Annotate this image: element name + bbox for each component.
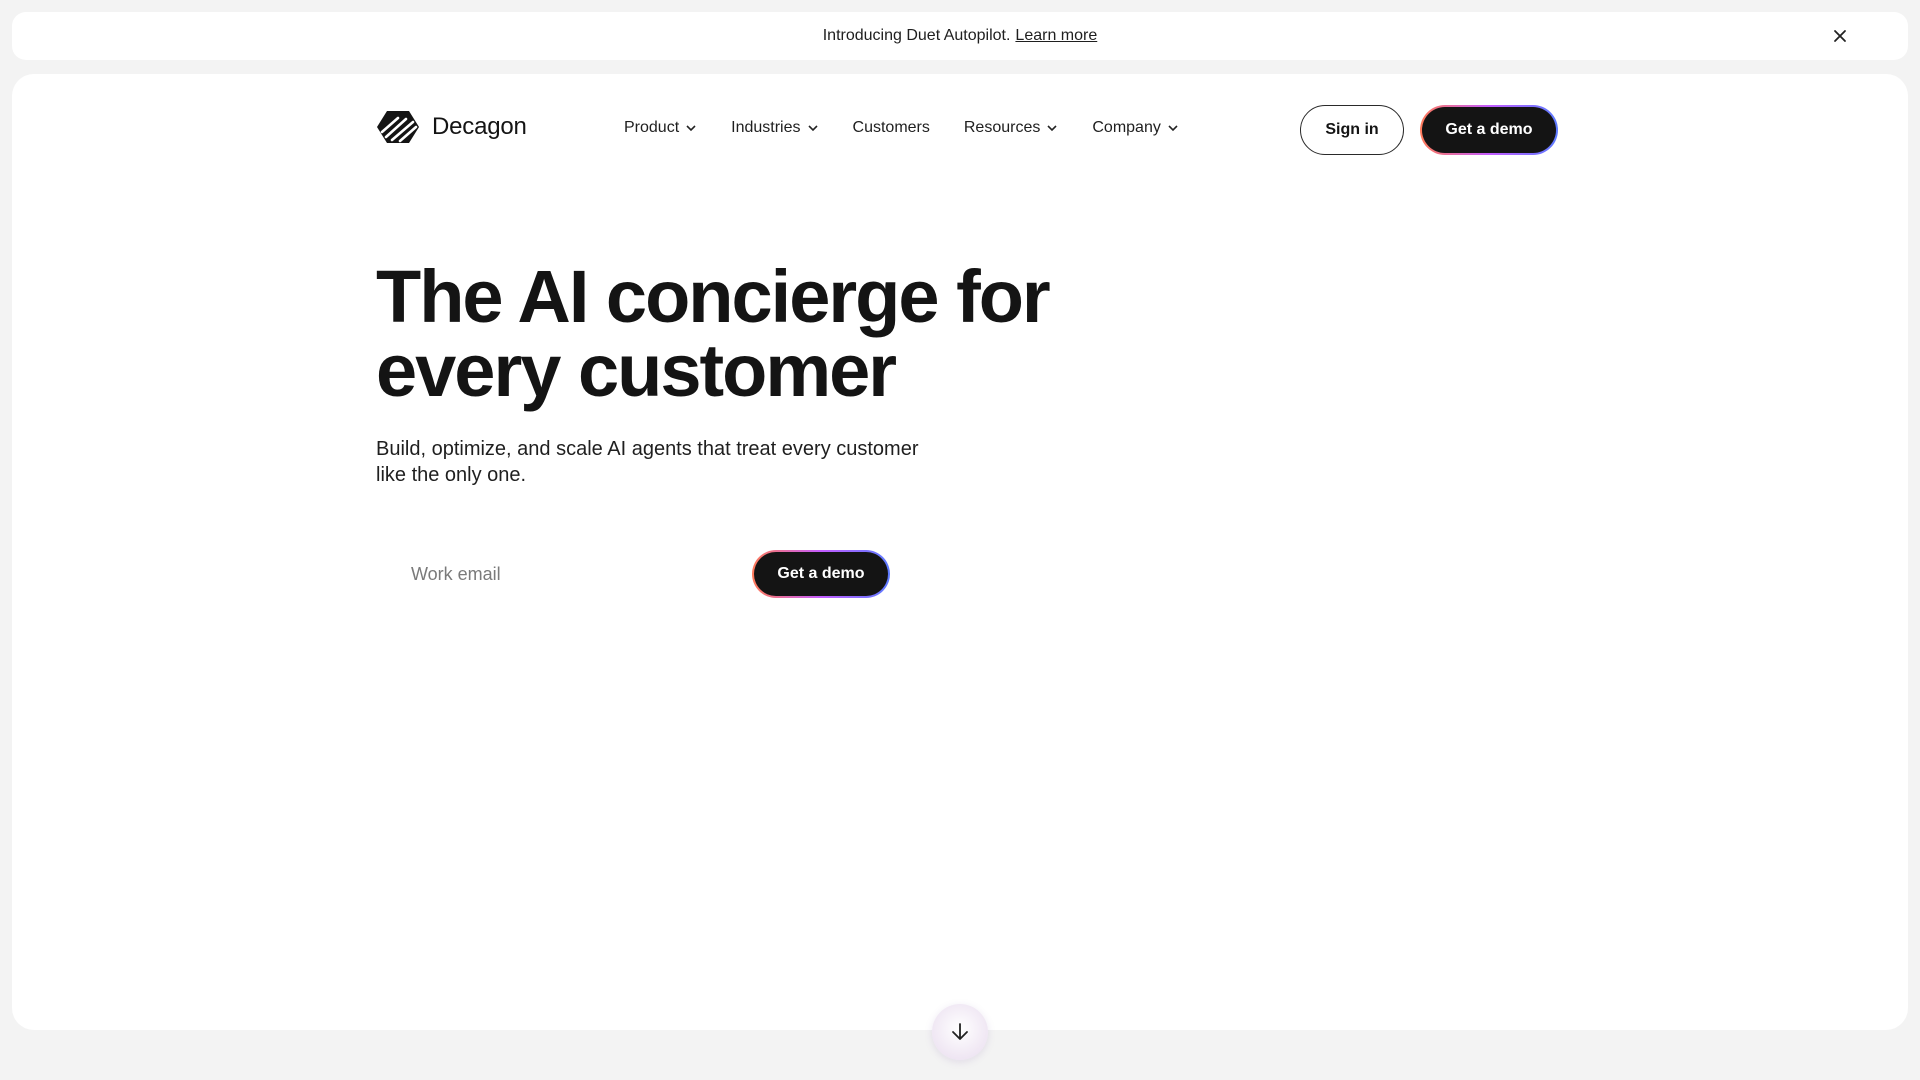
nav-item-product[interactable]: Product [624, 119, 697, 137]
site-header: Decagon Product Industries Customers Res… [376, 102, 1558, 155]
nav-item-resources[interactable]: Resources [964, 119, 1058, 137]
email-signup-form: Get a demo [376, 550, 906, 598]
nav-item-label: Customers [852, 119, 930, 136]
hero-title-line1: The AI concierge for [376, 255, 1051, 338]
hero-subtitle: Build, optimize, and scale AI agents tha… [376, 436, 956, 488]
scroll-down-button[interactable] [932, 1004, 988, 1060]
announcement-text: Introducing Duet Autopilot. [822, 27, 1011, 44]
get-demo-button-hero[interactable]: Get a demo [752, 550, 890, 598]
main-nav: Product Industries Customers Resources C… [624, 102, 1213, 154]
main-card: Decagon Product Industries Customers Res… [12, 74, 1908, 1030]
nav-item-label: Industries [731, 119, 801, 136]
work-email-input[interactable] [376, 550, 746, 598]
sign-in-button[interactable]: Sign in [1300, 105, 1404, 155]
announcement-bar: Introducing Duet Autopilot. Learn more [12, 12, 1908, 60]
brand-logo[interactable]: Decagon [376, 110, 527, 144]
chevron-down-icon [686, 125, 696, 132]
nav-item-customers[interactable]: Customers [853, 119, 930, 137]
brand-name: Decagon [432, 113, 527, 140]
nav-item-industries[interactable]: Industries [731, 119, 818, 137]
decagon-logo-icon [376, 110, 420, 144]
hero-title-line2: every customer [376, 329, 897, 412]
hero-title: The AI concierge for every customer [376, 260, 1076, 408]
nav-item-label: Product [624, 119, 680, 136]
close-icon[interactable] [1830, 26, 1850, 46]
chevron-down-icon [1168, 125, 1178, 132]
hero-subtitle-line1: Build, optimize, and scale AI agents tha… [376, 438, 919, 460]
nav-item-label: Resources [963, 119, 1041, 136]
nav-item-label: Company [1092, 119, 1161, 136]
nav-item-company[interactable]: Company [1092, 119, 1178, 137]
hero-subtitle-line2: like the only one. [376, 464, 527, 486]
chevron-down-icon [807, 125, 818, 132]
learn-more-link[interactable]: Learn more [1015, 27, 1097, 45]
arrow-down-icon [952, 1023, 968, 1040]
chevron-down-icon [1047, 125, 1057, 132]
get-demo-button-header[interactable]: Get a demo [1420, 105, 1558, 155]
